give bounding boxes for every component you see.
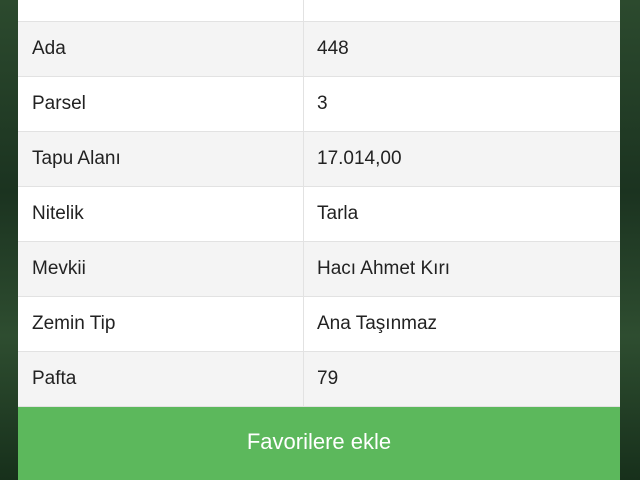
row-label: Mahalle No [18,0,304,21]
table-row: Mevkii Hacı Ahmet Kırı [18,242,620,297]
row-label: Pafta [18,352,304,406]
row-value: 3 [317,93,328,114]
background-right [620,0,640,480]
table-row: Nitelik Tarla [18,187,620,242]
table-row: Zemin Tip Ana Taşınmaz [18,297,620,352]
table-row: Ada 448 [18,22,620,77]
row-label: Ada [18,22,304,76]
row-value: Hacı Ahmet Kırı [317,258,451,279]
row-value: 149119 [304,0,379,21]
row-value: 17.014,00 [317,148,402,169]
row-label: Zemin Tip [18,297,304,351]
add-to-favorites-label: Favorilere ekle [246,428,392,454]
table-row: Mahalle No 149119 [18,0,620,22]
parcel-details-panel: Mahalle No 149119 Ada 448 Parsel 3 Tapu … [18,0,620,480]
row-value: Ana Taşınmaz [317,313,438,334]
row-label: Mevkii [18,242,304,296]
row-label: Tapu Alanı [18,132,304,186]
row-label: Nitelik [18,187,304,241]
table-row: Pafta 79 [18,352,620,407]
row-label: Parsel [18,77,304,131]
row-value: 448 [317,38,349,59]
parcel-details-table: Mahalle No 149119 Ada 448 Parsel 3 Tapu … [18,0,620,407]
row-value: Tarla [317,203,359,224]
table-row: Parsel 3 [18,77,620,132]
background-left [0,0,18,480]
row-value: 79 [317,368,339,389]
add-to-favorites-button[interactable]: Favorilere ekle [18,407,620,480]
table-row: Tapu Alanı 17.014,00 [18,132,620,187]
